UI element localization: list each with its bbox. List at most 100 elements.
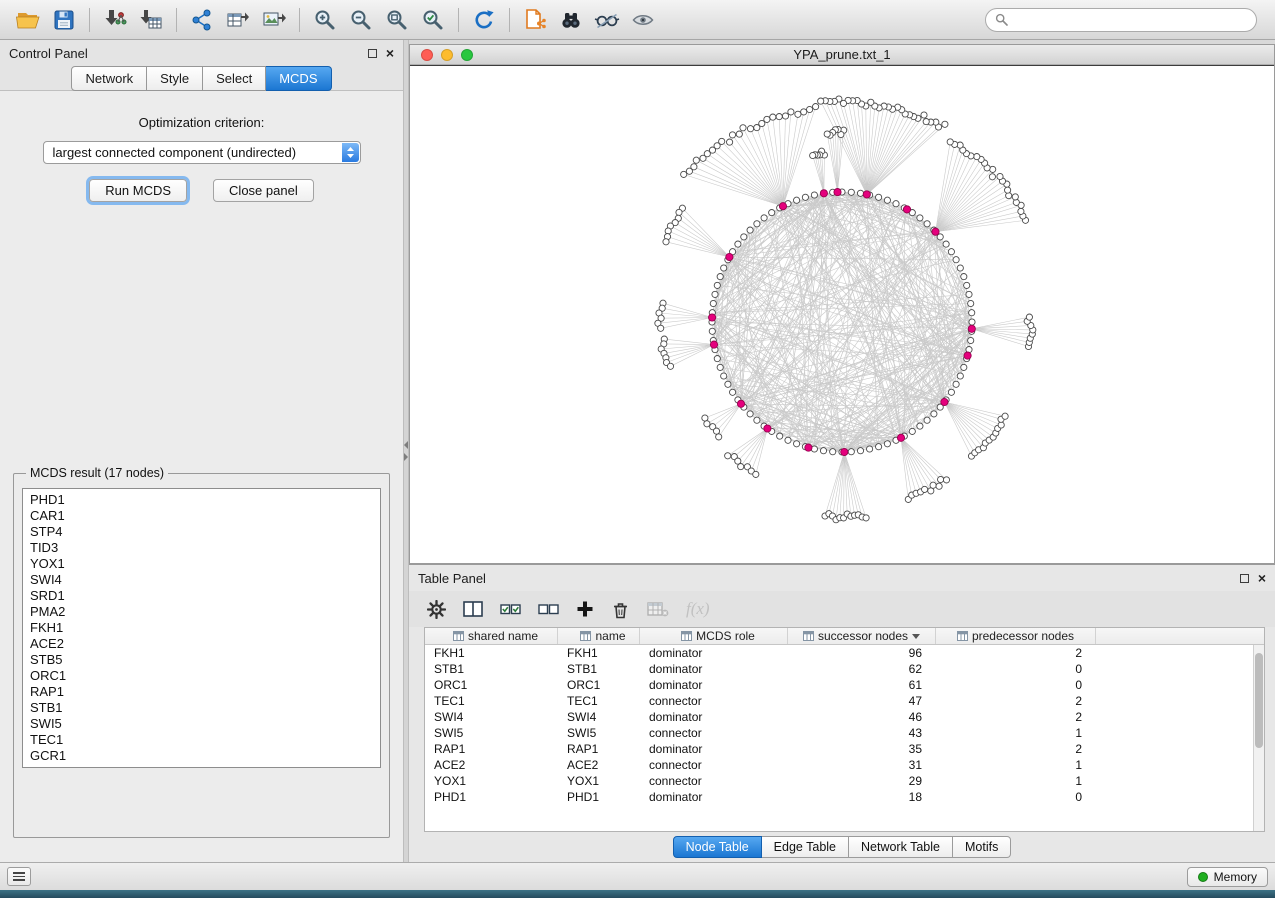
annotate-button[interactable] bbox=[589, 4, 625, 36]
table-cell: ACE2 bbox=[558, 757, 640, 773]
table-row[interactable]: SWI5SWI5connector431 bbox=[425, 725, 1264, 741]
mcds-result-item[interactable]: GCR1 bbox=[23, 748, 380, 764]
tab-edge-table[interactable]: Edge Table bbox=[762, 836, 849, 858]
table-settings-button[interactable] bbox=[427, 596, 446, 622]
table-row[interactable]: RAP1RAP1dominator352 bbox=[425, 741, 1264, 757]
mcds-result-item[interactable]: TEC1 bbox=[23, 732, 380, 748]
column-type-icon bbox=[681, 631, 692, 641]
save-session-button[interactable] bbox=[46, 4, 82, 36]
create-column-button[interactable] bbox=[576, 596, 594, 622]
table-row[interactable]: FKH1FKH1dominator962 bbox=[425, 645, 1264, 661]
zoom-in-button[interactable] bbox=[307, 4, 343, 36]
criterion-select[interactable]: largest connected component (undirected) bbox=[43, 141, 361, 164]
export-network-button[interactable] bbox=[184, 4, 220, 36]
table-cell: 96 bbox=[788, 645, 936, 661]
mcds-result-item[interactable]: YOX1 bbox=[23, 556, 380, 572]
table-cell: PHD1 bbox=[425, 789, 558, 805]
zoom-selected-button[interactable] bbox=[415, 4, 451, 36]
network-canvas bbox=[410, 66, 1274, 563]
table-row[interactable]: ORC1ORC1dominator610 bbox=[425, 677, 1264, 693]
tab-network[interactable]: Network bbox=[71, 66, 147, 91]
close-panel-button[interactable]: Close panel bbox=[213, 179, 314, 202]
table-row[interactable]: STB1STB1dominator620 bbox=[425, 661, 1264, 677]
zoom-out-button[interactable] bbox=[343, 4, 379, 36]
mcds-tab-content: Optimization criterion: largest connecte… bbox=[0, 90, 403, 862]
open-file-button[interactable] bbox=[10, 4, 46, 36]
network-window-titlebar[interactable]: YPA_prune.txt_1 bbox=[410, 45, 1274, 65]
float-panel-icon[interactable] bbox=[1240, 574, 1249, 583]
mcds-result-item[interactable]: SWI4 bbox=[23, 572, 380, 588]
tab-node-table[interactable]: Node Table bbox=[673, 836, 762, 858]
table-cell: 62 bbox=[788, 661, 936, 677]
export-table-button[interactable] bbox=[220, 4, 256, 36]
table-row[interactable]: TEC1TEC1connector472 bbox=[425, 693, 1264, 709]
float-panel-icon[interactable] bbox=[368, 49, 377, 58]
mcds-result-item[interactable]: PHD1 bbox=[23, 492, 380, 508]
mcds-result-item[interactable]: STB5 bbox=[23, 652, 380, 668]
mcds-result-item[interactable]: FKH1 bbox=[23, 620, 380, 636]
mcds-result-item[interactable]: ORC1 bbox=[23, 668, 380, 684]
import-network-button[interactable] bbox=[97, 4, 133, 36]
table-cell: 18 bbox=[788, 789, 936, 805]
tab-motifs[interactable]: Motifs bbox=[953, 836, 1011, 858]
expand-right-icon[interactable] bbox=[404, 453, 408, 461]
run-mcds-button[interactable]: Run MCDS bbox=[89, 179, 187, 202]
search-box[interactable] bbox=[985, 8, 1257, 32]
mcds-result-item[interactable]: SWI5 bbox=[23, 716, 380, 732]
table-row[interactable]: SWI4SWI4dominator462 bbox=[425, 709, 1264, 725]
select-all-columns-button[interactable] bbox=[500, 596, 521, 622]
import-table-button[interactable] bbox=[133, 4, 169, 36]
mcds-result-item[interactable]: ACE2 bbox=[23, 636, 380, 652]
mcds-result-item[interactable]: TID3 bbox=[23, 540, 380, 556]
table-row[interactable]: YOX1YOX1connector291 bbox=[425, 773, 1264, 789]
memory-label: Memory bbox=[1214, 870, 1257, 884]
collapse-left-icon[interactable] bbox=[404, 441, 408, 449]
mcds-result-item[interactable]: CAR1 bbox=[23, 508, 380, 524]
close-panel-icon[interactable]: × bbox=[386, 46, 394, 60]
column-label: predecessor nodes bbox=[972, 629, 1074, 643]
show-hide-button[interactable] bbox=[625, 4, 661, 36]
table-cell: FKH1 bbox=[558, 645, 640, 661]
search-network-button[interactable] bbox=[553, 4, 589, 36]
unselect-all-columns-button[interactable] bbox=[538, 596, 559, 622]
zoom-fit-button[interactable] bbox=[379, 4, 415, 36]
mcds-result-item[interactable]: STP4 bbox=[23, 524, 380, 540]
minimize-window-icon[interactable] bbox=[441, 49, 453, 61]
checked-boxes-icon bbox=[500, 600, 521, 618]
export-network-icon bbox=[190, 8, 214, 32]
toolbar-separator bbox=[176, 8, 177, 32]
panel-menu-button[interactable] bbox=[7, 867, 31, 886]
close-window-icon[interactable] bbox=[421, 49, 433, 61]
table-row[interactable]: PHD1PHD1dominator180 bbox=[425, 789, 1264, 805]
table-scrollbar[interactable] bbox=[1253, 645, 1264, 831]
tab-style[interactable]: Style bbox=[147, 66, 203, 91]
control-panel-header: Control Panel × bbox=[0, 40, 403, 66]
node-table-body[interactable]: FKH1FKH1dominator962STB1STB1dominator620… bbox=[425, 645, 1264, 831]
delete-table-button bbox=[647, 596, 669, 622]
close-panel-icon[interactable]: × bbox=[1258, 571, 1266, 585]
share-document-button[interactable] bbox=[517, 4, 553, 36]
mcds-result-item[interactable]: RAP1 bbox=[23, 684, 380, 700]
table-scrollbar-thumb[interactable] bbox=[1255, 653, 1263, 748]
network-canvas-area[interactable] bbox=[410, 65, 1274, 563]
refresh-view-button[interactable] bbox=[466, 4, 502, 36]
search-input[interactable] bbox=[1014, 13, 1247, 27]
mcds-result-list[interactable]: PHD1CAR1STP4TID3YOX1SWI4SRD1PMA2FKH1ACE2… bbox=[22, 488, 381, 768]
column-header-name[interactable]: name bbox=[558, 628, 640, 644]
show-columns-button[interactable] bbox=[463, 596, 483, 622]
tab-mcds[interactable]: MCDS bbox=[266, 66, 331, 91]
table-row[interactable]: ACE2ACE2connector311 bbox=[425, 757, 1264, 773]
column-header-shared-name[interactable]: shared name bbox=[425, 628, 558, 644]
column-header-predecessor-nodes[interactable]: predecessor nodes bbox=[936, 628, 1096, 644]
tab-network-table[interactable]: Network Table bbox=[849, 836, 953, 858]
tab-select[interactable]: Select bbox=[203, 66, 266, 91]
export-image-button[interactable] bbox=[256, 4, 292, 36]
mcds-result-item[interactable]: PMA2 bbox=[23, 604, 380, 620]
mcds-result-item[interactable]: SRD1 bbox=[23, 588, 380, 604]
memory-button[interactable]: Memory bbox=[1187, 867, 1268, 887]
column-header-mcds-role[interactable]: MCDS role bbox=[640, 628, 788, 644]
delete-column-button[interactable] bbox=[611, 596, 630, 622]
zoom-window-icon[interactable] bbox=[461, 49, 473, 61]
column-header-successor-nodes[interactable]: successor nodes bbox=[788, 628, 936, 644]
mcds-result-item[interactable]: STB1 bbox=[23, 700, 380, 716]
